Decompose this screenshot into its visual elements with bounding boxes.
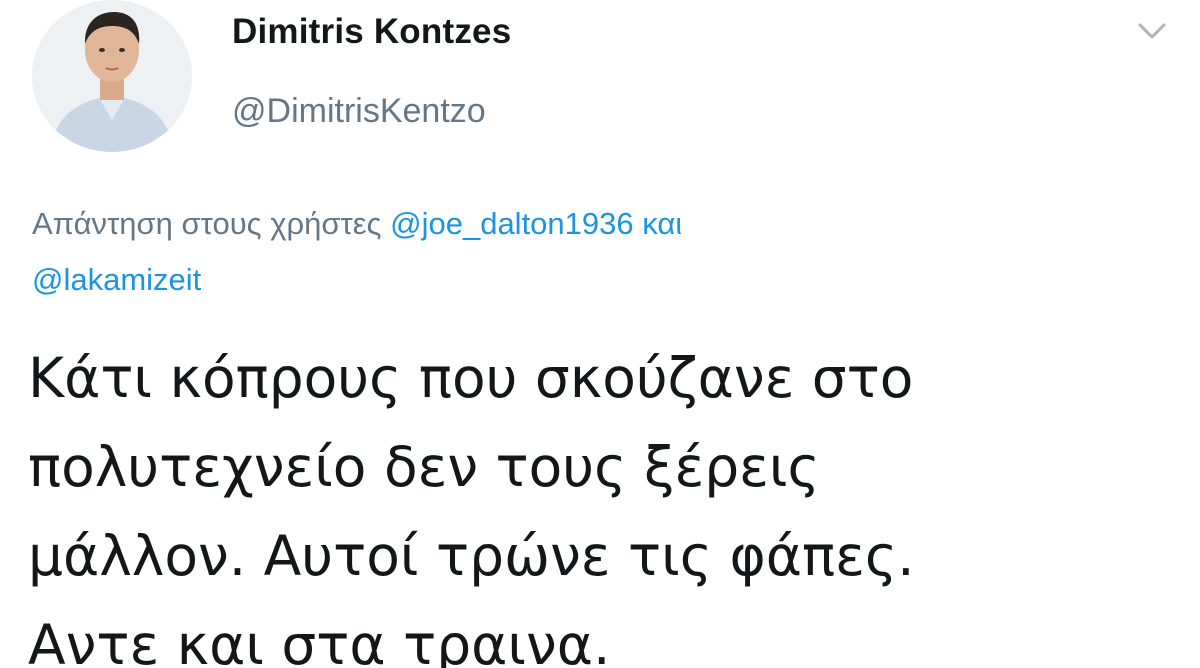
profile-photo-icon: [32, 0, 192, 152]
tweet-line: πολυτεχνείο δεν τους ξέρεις: [28, 435, 820, 499]
tweet-line: μάλλον. Αυτοί τρώνε τις φάπες.: [28, 524, 915, 588]
mention-link[interactable]: @joe_dalton1936: [390, 206, 634, 241]
chevron-down-icon: [1138, 23, 1166, 39]
author-handle[interactable]: @DimitrisKentzo: [232, 92, 486, 131]
avatar[interactable]: [32, 0, 192, 152]
tweet-card: Dimitris Kontzes @DimitrisKentzo Απάντησ…: [0, 0, 1200, 668]
tweet-text: Κάτι κόπρους που σκούζανε στο πολυτεχνείο…: [28, 334, 1178, 668]
reply-prefix: Απάντηση στους χρήστες: [32, 206, 382, 241]
mention-link[interactable]: @lakamizeit: [32, 262, 201, 297]
reply-conjunction: και: [642, 206, 683, 241]
author-display-name[interactable]: Dimitris Kontzes: [232, 12, 511, 52]
tweet-line: Κάτι κόπρους που σκούζανε στο: [28, 346, 914, 410]
tweet-menu-button[interactable]: [1132, 14, 1172, 48]
reply-context: Απάντηση στους χρήστες @joe_dalton1936 κ…: [32, 196, 1172, 308]
tweet-line: Αντε και στα τραινα.: [28, 613, 611, 668]
